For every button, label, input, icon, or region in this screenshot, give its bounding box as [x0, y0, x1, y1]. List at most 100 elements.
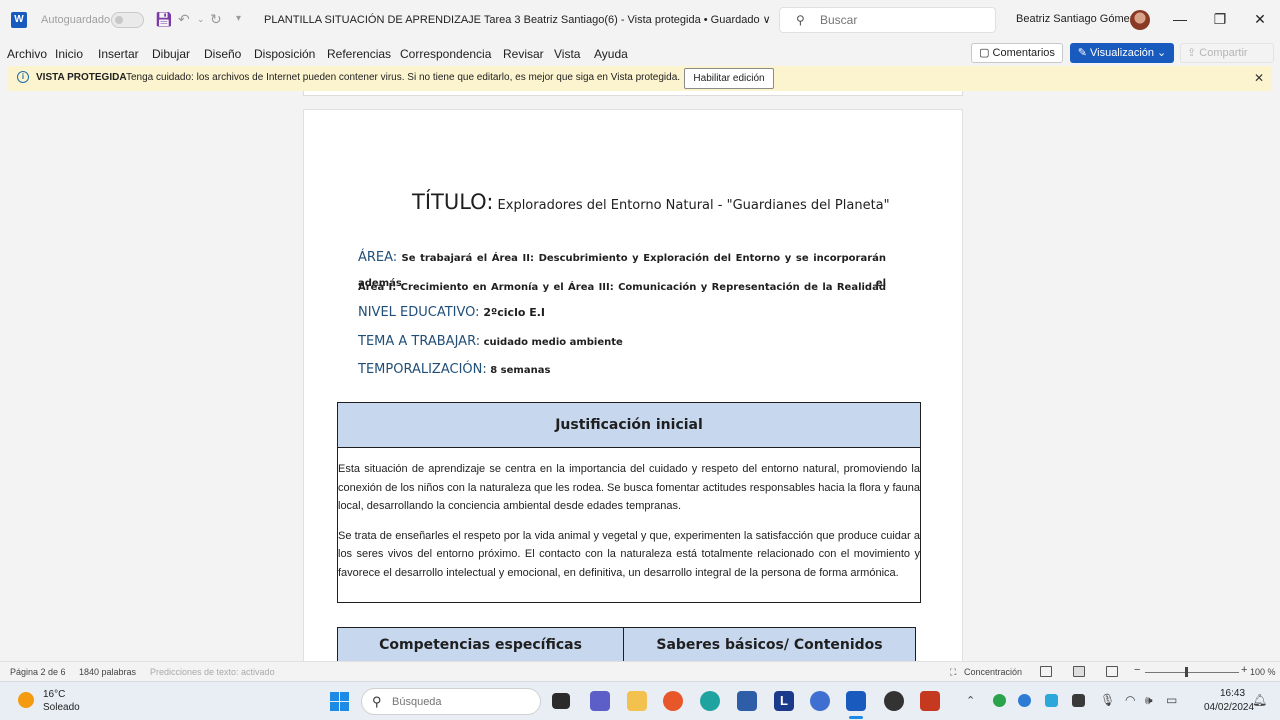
print-layout-icon[interactable] [1073, 666, 1085, 677]
autosave-label: Autoguardado [41, 14, 111, 26]
taskbar-search-input[interactable] [392, 695, 492, 709]
enable-editing-button[interactable]: Habilitar edición [684, 68, 774, 89]
minimize-button[interactable]: — [1170, 11, 1190, 27]
powerpoint-icon[interactable] [920, 691, 940, 711]
task-view-icon[interactable] [552, 693, 570, 709]
tab-referencias[interactable]: Referencias [327, 47, 391, 61]
sun-icon[interactable] [18, 692, 34, 708]
justificacion-paragraph-1: Esta situación de aprendizaje se centra … [338, 463, 920, 512]
search-icon: ⚲ [372, 694, 382, 709]
document-page[interactable]: TÍTULO: Exploradores del Entorno Natural… [303, 109, 963, 661]
close-icon[interactable]: ✕ [1254, 71, 1264, 85]
area-value-line2: Área I: Crecimiento en Armonía y el Área… [358, 282, 886, 293]
tab-diseno[interactable]: Diseño [204, 47, 241, 61]
document-title[interactable]: PLANTILLA SITUACIÓN DE APRENDIZAJE Tarea… [264, 13, 771, 26]
user-name[interactable]: Beatriz Santiago Gómez [1016, 13, 1135, 25]
justificacion-table: Justificación inicial Esta situación de … [337, 402, 921, 603]
justificacion-header: Justificación inicial [338, 403, 920, 448]
wifi-icon[interactable]: ◠ [1125, 693, 1135, 707]
justificacion-body: Esta situación de aprendizaje se centra … [338, 448, 920, 582]
store-icon[interactable] [737, 691, 757, 711]
maximize-button[interactable]: ❐ [1210, 11, 1230, 28]
volume-icon[interactable]: 🕪︎ [1145, 693, 1153, 708]
web-layout-icon[interactable] [1106, 666, 1118, 677]
avatar[interactable] [1130, 10, 1150, 30]
chatgpt-icon[interactable] [884, 691, 904, 711]
tema-value: cuidado medio ambiente [480, 337, 623, 348]
search-box[interactable]: ⚲ [779, 7, 996, 33]
protected-view-bar: i VISTA PROTEGIDA Tenga cuidado: los arc… [8, 66, 1272, 91]
microphone-icon[interactable]: 🎙︎ [1100, 693, 1115, 707]
redo-icon[interactable]: ↻ [210, 11, 222, 28]
saberes-header: Saberes básicos/ Contenidos [624, 628, 915, 661]
zoom-level[interactable]: 100 % [1250, 667, 1276, 677]
info-icon: i [17, 71, 29, 83]
zoom-in-icon[interactable]: + [1241, 664, 1247, 676]
teams-icon[interactable] [590, 691, 610, 711]
search-input[interactable] [820, 12, 980, 28]
word-count[interactable]: 1840 palabras [79, 667, 136, 677]
competencias-table: Competencias específicas Saberes básicos… [337, 627, 916, 661]
page-count[interactable]: Página 2 de 6 [10, 667, 66, 677]
save-icon[interactable]: 💾︎ [155, 11, 173, 28]
file-explorer-icon[interactable] [627, 691, 647, 711]
tab-disposicion[interactable]: Disposición [254, 47, 315, 61]
zoom-slider-thumb[interactable] [1185, 667, 1188, 677]
edge-icon[interactable] [700, 691, 720, 711]
tab-vista[interactable]: Vista [554, 47, 580, 61]
word-icon[interactable]: W [11, 12, 27, 28]
word-taskbar-icon[interactable] [846, 691, 866, 711]
title-line: TÍTULO: Exploradores del Entorno Natural… [412, 190, 890, 214]
tray-app-icon-2[interactable] [1045, 694, 1058, 707]
app-l-icon[interactable]: L [774, 691, 794, 711]
focus-mode-button[interactable]: Concentración [964, 667, 1022, 677]
firefox-icon[interactable] [663, 691, 683, 711]
text-predictions-status[interactable]: Predicciones de texto: activado [150, 667, 275, 677]
tab-revisar[interactable]: Revisar [503, 47, 544, 61]
area-label: ÁREA: [358, 250, 398, 265]
focus-icon[interactable]: ⛶ [950, 667, 956, 678]
document-canvas[interactable]: TÍTULO: Exploradores del Entorno Natural… [0, 91, 1280, 661]
clock-date[interactable]: 04/02/2024 [1204, 702, 1254, 713]
tab-inicio[interactable]: Inicio [55, 47, 83, 61]
temporalizacion-value: 8 semanas [486, 365, 551, 376]
app-a-icon[interactable] [810, 691, 830, 711]
chevron-up-icon[interactable]: ⌃ [966, 694, 975, 707]
onedrive-icon[interactable] [1018, 694, 1031, 707]
zoom-out-icon[interactable]: − [1134, 664, 1140, 676]
tray-app-icon[interactable] [993, 694, 1006, 707]
weather-temperature[interactable]: 16°C [43, 689, 65, 700]
tab-insertar[interactable]: Insertar [98, 47, 139, 61]
previous-page-edge [303, 91, 963, 96]
protected-view-label: VISTA PROTEGIDA [36, 72, 127, 83]
tab-correspondencia[interactable]: Correspondencia [400, 47, 491, 61]
taskbar-search[interactable]: ⚲ [361, 688, 541, 715]
comments-button[interactable]: ▢ Comentarios [971, 43, 1063, 63]
competencias-header: Competencias específicas [338, 628, 624, 661]
windows-start-icon[interactable] [330, 692, 349, 711]
weather-description[interactable]: Soleado [43, 702, 80, 713]
status-bar: Página 2 de 6 1840 palabras Predicciones… [0, 661, 1280, 681]
autosave-toggle[interactable] [111, 12, 144, 28]
clock-time[interactable]: 16:43 [1220, 688, 1245, 699]
undo-dropdown-icon[interactable]: ⌄ [197, 14, 205, 25]
temporalizacion-label: TEMPORALIZACIÓN: [358, 362, 487, 377]
tema-label: TEMA A TRABAJAR: [358, 334, 481, 349]
customize-toolbar-icon[interactable]: ▾ [236, 13, 241, 24]
protected-view-message: Tenga cuidado: los archivos de Internet … [126, 72, 681, 83]
search-icon: ⚲ [796, 13, 805, 27]
tab-ayuda[interactable]: Ayuda [594, 47, 628, 61]
view-mode-button[interactable]: ✎ Visualización ⌄ [1070, 43, 1174, 63]
close-button[interactable]: ✕ [1250, 11, 1270, 28]
tab-dibujar[interactable]: Dibujar [152, 47, 190, 61]
share-button[interactable]: ⇪ Compartir [1180, 43, 1274, 63]
justificacion-paragraph-2: Se trata de enseñarles el respeto por la… [338, 529, 920, 579]
tab-archivo[interactable]: Archivo [7, 47, 47, 61]
undo-icon[interactable]: ↶ [178, 11, 190, 28]
ribbon-tabs: Archivo Inicio Insertar Dibujar Diseño D… [0, 40, 1280, 66]
battery-icon[interactable]: ▭ [1166, 693, 1177, 707]
read-mode-icon[interactable] [1040, 666, 1052, 677]
tray-app-icon-3[interactable] [1072, 694, 1085, 707]
notification-icon[interactable]: 🔔︎ [1252, 693, 1267, 707]
zoom-slider[interactable] [1145, 672, 1239, 673]
